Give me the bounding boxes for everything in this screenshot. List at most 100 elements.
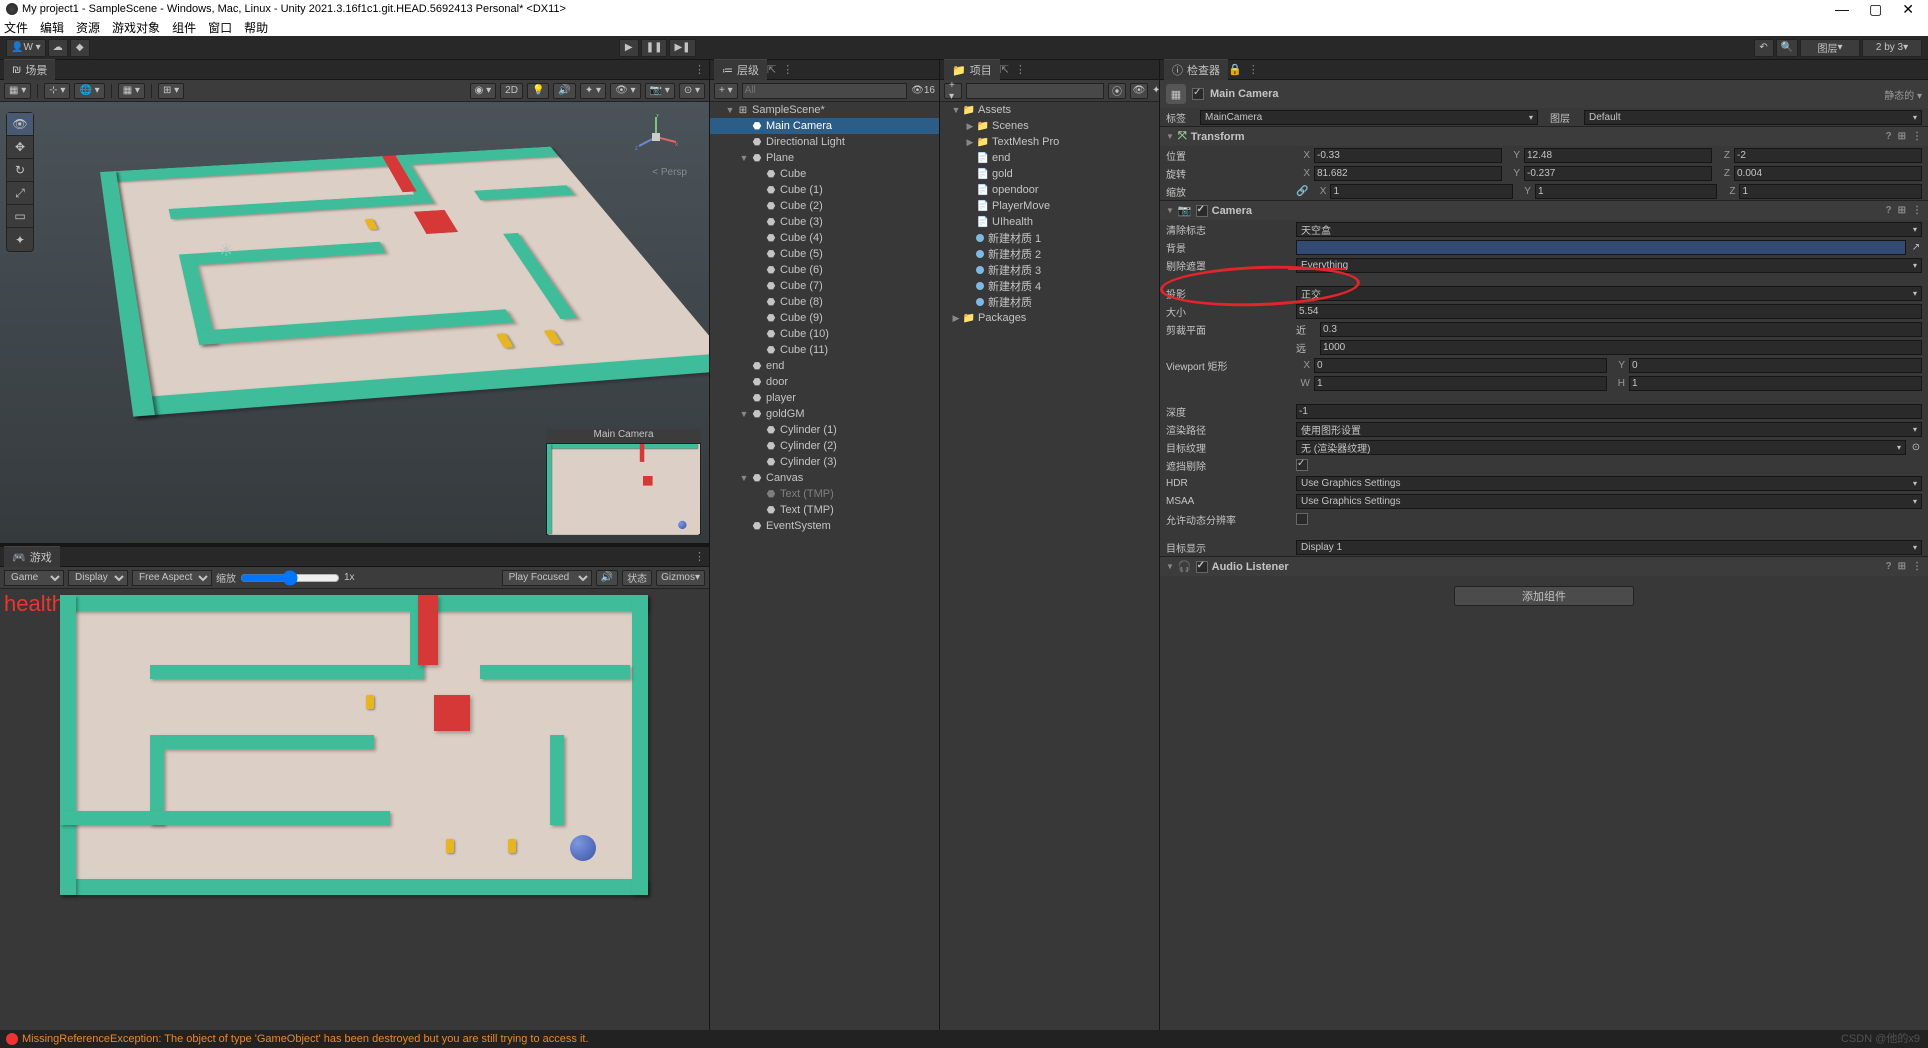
help-icon[interactable]: ? bbox=[1886, 131, 1892, 142]
viewport-y-field[interactable] bbox=[1629, 358, 1922, 373]
chevron-down-icon[interactable]: ▼ bbox=[1166, 206, 1174, 215]
hierarchy-item[interactable]: ▼⬣goldGM bbox=[710, 406, 939, 422]
scale-tool[interactable]: ⤢ bbox=[7, 182, 33, 205]
fx-toggle[interactable]: ✦ ▾ bbox=[580, 83, 606, 99]
maximize-button[interactable]: ▢ bbox=[1869, 3, 1882, 15]
scale-y-field[interactable] bbox=[1535, 184, 1718, 199]
services-button[interactable]: ◆ bbox=[70, 39, 90, 57]
scale-z-field[interactable] bbox=[1739, 184, 1922, 199]
project-item[interactable]: 📄PlayerMove bbox=[940, 198, 1159, 214]
hierarchy-item[interactable]: ▼⬣Canvas bbox=[710, 470, 939, 486]
rot-x-field[interactable] bbox=[1314, 166, 1502, 181]
step-button[interactable]: ▶❚ bbox=[669, 39, 695, 57]
hierarchy-item[interactable]: ▼⬣Plane bbox=[710, 150, 939, 166]
gameobject-name[interactable]: Main Camera bbox=[1210, 88, 1278, 100]
hierarchy-item[interactable]: ⬣door bbox=[710, 374, 939, 390]
minimize-button[interactable]: — bbox=[1835, 3, 1849, 15]
hierarchy-item[interactable]: ⬣player bbox=[710, 390, 939, 406]
project-item[interactable]: ▶📁Scenes bbox=[940, 118, 1159, 134]
status-bar[interactable]: MissingReferenceException: The object of… bbox=[0, 1030, 1928, 1048]
help-icon[interactable]: ? bbox=[1886, 561, 1892, 572]
pos-y-field[interactable] bbox=[1524, 148, 1712, 163]
viewport-h-field[interactable] bbox=[1629, 376, 1922, 391]
project-item[interactable]: 📄gold bbox=[940, 166, 1159, 182]
project-tree[interactable]: ▼📁Assets▶📁Scenes▶📁TextMesh Pro📄end📄gold📄… bbox=[940, 102, 1159, 1030]
lighting-toggle[interactable]: 💡 bbox=[527, 83, 549, 99]
hierarchy-item[interactable]: ⬣Text (TMP) bbox=[710, 502, 939, 518]
depth-field[interactable] bbox=[1296, 404, 1922, 419]
hidden-toggle[interactable]: 👁 ▾ bbox=[610, 83, 641, 99]
audio-listener-enabled-checkbox[interactable] bbox=[1196, 561, 1208, 573]
game-tab-menu[interactable]: ⋮ bbox=[694, 550, 705, 563]
project-filter-icon[interactable]: ⦿ bbox=[1108, 83, 1126, 99]
project-item[interactable]: 新建材质 3 bbox=[940, 262, 1159, 278]
scene-tab-menu[interactable]: ⋮ bbox=[694, 63, 705, 76]
gameobject-icon[interactable]: ▦ bbox=[1166, 84, 1186, 104]
draw-mode-dropdown[interactable]: ◉ ▾ bbox=[470, 83, 497, 99]
camera-component-header[interactable]: ▼ 📷 Camera ?⊞⋮ bbox=[1160, 200, 1928, 220]
menu-component[interactable]: 组件 bbox=[172, 19, 196, 36]
dynamic-resolution-checkbox[interactable] bbox=[1296, 513, 1308, 525]
hierarchy-tree[interactable]: ▼⊞SampleScene*⬣Main Camera⬣Directional L… bbox=[710, 102, 939, 1030]
help-icon[interactable]: ? bbox=[1886, 205, 1892, 216]
undo-history-button[interactable]: ↶ bbox=[1754, 39, 1774, 57]
menu-window[interactable]: 窗口 bbox=[208, 19, 232, 36]
project-item[interactable]: 新建材质 1 bbox=[940, 230, 1159, 246]
hierarchy-item[interactable]: ⬣Cylinder (3) bbox=[710, 454, 939, 470]
chevron-down-icon[interactable]: ▼ bbox=[1166, 132, 1174, 141]
project-create-dropdown[interactable]: + ▾ bbox=[944, 83, 962, 99]
move-tool[interactable]: ✥ bbox=[7, 136, 33, 159]
pos-z-field[interactable] bbox=[1734, 148, 1922, 163]
pivot-mode[interactable]: ⊹ ▾ bbox=[44, 83, 70, 99]
search-button[interactable]: 🔍 bbox=[1776, 39, 1798, 57]
hierarchy-item[interactable]: ⬣Cube bbox=[710, 166, 939, 182]
game-view[interactable]: health: bbox=[0, 589, 709, 1030]
inspector-lock-icon[interactable]: 🔒 bbox=[1228, 63, 1242, 76]
near-clip-field[interactable] bbox=[1320, 322, 1922, 337]
camera-settings[interactable]: 📷 ▾ bbox=[645, 83, 675, 99]
gameobject-enabled-checkbox[interactable] bbox=[1192, 88, 1204, 100]
hierarchy-item[interactable]: ⬣Cylinder (2) bbox=[710, 438, 939, 454]
msaa-dropdown[interactable]: Use Graphics Settings bbox=[1296, 494, 1922, 509]
project-item[interactable]: 📄opendoor bbox=[940, 182, 1159, 198]
scene-cube-icon[interactable]: ▦ ▾ bbox=[4, 83, 31, 99]
hierarchy-item[interactable]: ⬣Cube (5) bbox=[710, 246, 939, 262]
mute-audio[interactable]: 🔊 bbox=[596, 570, 618, 586]
2d-toggle[interactable]: 2D bbox=[500, 83, 523, 99]
perspective-label[interactable]: < Persp bbox=[652, 167, 687, 178]
viewport-w-field[interactable] bbox=[1314, 376, 1607, 391]
target-display-dropdown[interactable]: Display 1 bbox=[1296, 540, 1922, 555]
hierarchy-item[interactable]: ⬣Text (TMP) bbox=[710, 486, 939, 502]
layer-dropdown[interactable]: Default bbox=[1584, 110, 1922, 125]
project-item[interactable]: ▶📁Packages bbox=[940, 310, 1159, 326]
scene-gizmo[interactable]: y x z bbox=[633, 114, 679, 160]
scale-slider[interactable] bbox=[240, 570, 340, 586]
project-search[interactable] bbox=[966, 83, 1104, 99]
scale-x-field[interactable] bbox=[1330, 184, 1513, 199]
rect-tool[interactable]: ▭ bbox=[7, 205, 33, 228]
hierarchy-search[interactable] bbox=[742, 83, 908, 99]
preset-icon[interactable]: ⊞ bbox=[1898, 131, 1906, 142]
far-clip-field[interactable] bbox=[1320, 340, 1922, 355]
snap-toggle[interactable]: ⊞ ▾ bbox=[158, 83, 184, 99]
scene-tab[interactable]: ₪ 场景 bbox=[4, 59, 55, 80]
pos-x-field[interactable] bbox=[1314, 148, 1502, 163]
object-picker-icon[interactable]: ⊙ bbox=[1910, 442, 1922, 453]
tag-dropdown[interactable]: MainCamera bbox=[1200, 110, 1538, 125]
menu-help[interactable]: 帮助 bbox=[244, 19, 268, 36]
project-item[interactable]: 新建材质 bbox=[940, 294, 1159, 310]
occlusion-checkbox[interactable] bbox=[1296, 459, 1308, 471]
project-hidden-icon[interactable]: 👁 bbox=[1130, 83, 1148, 99]
scene-view[interactable]: 👁 ✥ ↻ ⤢ ▭ ✦ bbox=[0, 102, 709, 543]
hierarchy-item[interactable]: ⬣Directional Light bbox=[710, 134, 939, 150]
hierarchy-item[interactable]: ⬣Cube (9) bbox=[710, 310, 939, 326]
static-dropdown[interactable]: 静态的 ▾ bbox=[1884, 87, 1922, 102]
hierarchy-item[interactable]: ⬣end bbox=[710, 358, 939, 374]
target-texture-field[interactable]: 无 (渲染器纹理) bbox=[1296, 440, 1906, 455]
inspector-tab-menu[interactable]: ⋮ bbox=[1248, 63, 1259, 76]
project-tab[interactable]: 📁 项目 bbox=[944, 59, 1000, 80]
pause-button[interactable]: ❚❚ bbox=[641, 39, 668, 57]
background-color-field[interactable] bbox=[1296, 240, 1906, 255]
preset-icon[interactable]: ⊞ bbox=[1898, 561, 1906, 572]
display-dropdown[interactable]: Display 1 bbox=[68, 570, 128, 586]
